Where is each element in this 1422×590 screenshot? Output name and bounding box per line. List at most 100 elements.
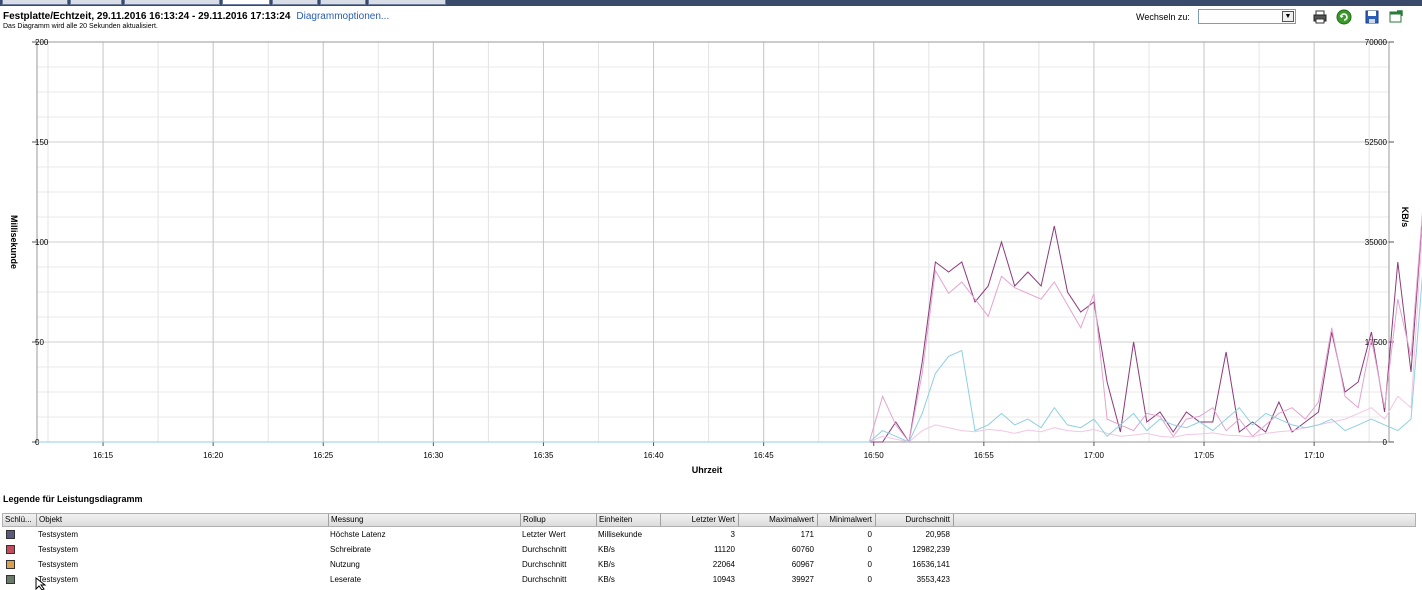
y-tick-label: 50	[35, 338, 44, 347]
x-tick-label: 16:20	[203, 451, 224, 460]
y-axis-title: Millisekunde	[9, 215, 19, 269]
cell-rollup: Durchschnitt	[522, 560, 567, 569]
cell-rollup: Durchschnitt	[522, 575, 567, 584]
y-tick-label: 100	[35, 238, 49, 247]
cell-einheiten: KB/s	[598, 545, 615, 554]
y-tick-label: 150	[35, 138, 49, 147]
x-tick-label: 16:45	[754, 451, 775, 460]
cell-min: 0	[867, 530, 872, 539]
col-messung[interactable]: Messung	[329, 514, 521, 526]
series-color-swatch	[6, 530, 15, 539]
print-icon[interactable]	[1312, 9, 1328, 25]
legend-table: Schlü... Objekt Messung Rollup Einheiten…	[2, 513, 1416, 587]
x-tick-label: 16:50	[864, 451, 885, 460]
tab-3[interactable]	[124, 0, 220, 5]
y2-axis-title: KB/s	[1400, 207, 1410, 228]
chart-canvas: 05010015020001750035000525007000016:15 16…	[9, 38, 1422, 475]
col-minimalwert[interactable]: Minimalwert	[818, 514, 876, 526]
popout-icon[interactable]	[1388, 9, 1404, 25]
cell-max: 60760	[791, 545, 814, 554]
chevron-down-icon[interactable]: ▼	[1282, 11, 1294, 22]
legend-table-header: Schlü... Objekt Messung Rollup Einheiten…	[2, 513, 1416, 527]
cell-min: 0	[867, 560, 872, 569]
cell-letzter: 22064	[712, 560, 735, 569]
chart-options-link[interactable]: Diagrammoptionen...	[296, 11, 389, 22]
cell-messung: Schreibrate	[330, 545, 371, 554]
cell-max: 171	[800, 530, 814, 539]
x-axis-title: Uhrzeit	[692, 465, 723, 475]
col-letzter-wert[interactable]: Letzter Wert	[661, 514, 739, 526]
table-row[interactable]: Testsystem Schreibrate Durchschnitt KB/s 111…	[2, 542, 1416, 557]
col-objekt[interactable]: Objekt	[37, 514, 329, 526]
switch-to-label: Wechseln zu:	[1136, 12, 1190, 22]
table-row[interactable]: Testsystem Nutzung Durchschnitt KB/s 22064 60…	[2, 557, 1416, 572]
cell-avg: 12982,239	[912, 545, 950, 554]
cell-avg: 20,958	[925, 530, 950, 539]
col-einheiten[interactable]: Einheiten	[597, 514, 661, 526]
x-tick-label: 16:25	[313, 451, 334, 460]
col-durchschnitt[interactable]: Durchschnitt	[876, 514, 954, 526]
tab-leistung[interactable]	[222, 0, 270, 5]
cell-messung: Leserate	[330, 575, 362, 584]
legend-title: Legende für Leistungsdiagramm	[3, 494, 143, 504]
cell-letzter: 3	[730, 530, 735, 539]
page-title: Festplatte/Echtzeit, 29.11.2016 16:13:24…	[3, 11, 389, 22]
cell-max: 60967	[791, 560, 814, 569]
col-rollup[interactable]: Rollup	[521, 514, 597, 526]
y-tick-label: 200	[35, 38, 49, 47]
series-color-swatch	[6, 560, 15, 569]
tab-2[interactable]	[70, 0, 122, 5]
cell-einheiten: Millisekunde	[598, 530, 643, 539]
cell-objekt: Testsystem	[38, 575, 79, 584]
cell-messung: Nutzung	[330, 560, 360, 569]
cell-messung: Höchste Latenz	[330, 530, 386, 539]
table-row[interactable]: Testsystem Leserate Durchschnitt KB/s 10943 3…	[2, 572, 1416, 587]
x-tick-label: 16:40	[644, 451, 665, 460]
col-maximalwert[interactable]: Maximalwert	[739, 514, 818, 526]
y2-tick-label: 52500	[1365, 138, 1388, 147]
save-icon[interactable]	[1364, 9, 1380, 25]
cell-min: 0	[867, 545, 872, 554]
cell-einheiten: KB/s	[598, 575, 615, 584]
performance-chart: 0 50 100 150 200 0 17500 35000 52500 70000 16:15 16…	[0, 32, 1422, 484]
cell-letzter: 10943	[712, 575, 735, 584]
cell-objekt: Testsystem	[38, 560, 79, 569]
x-tick-label: 16:15	[93, 451, 114, 460]
y2-tick-label: 0	[1383, 438, 1388, 447]
series-line-leserate	[37, 274, 1422, 443]
chart-title: Festplatte/Echtzeit, 29.11.2016 16:13:24…	[3, 11, 291, 22]
cell-min: 0	[867, 575, 872, 584]
x-tick-label: 17:00	[1084, 451, 1105, 460]
y2-tick-label: 70000	[1365, 38, 1388, 47]
tab-6[interactable]	[320, 0, 366, 5]
cell-rollup: Durchschnitt	[522, 545, 567, 554]
col-key[interactable]: Schlü...	[3, 514, 37, 526]
series-line-schreibrate	[37, 211, 1422, 444]
cell-objekt: Testsystem	[38, 545, 79, 554]
cell-avg: 16536,141	[912, 560, 950, 569]
x-tick-label: 16:35	[533, 451, 554, 460]
series-color-swatch	[6, 545, 15, 554]
tab-5[interactable]	[272, 0, 318, 5]
mouse-cursor-icon	[35, 577, 47, 590]
switch-to-dropdown[interactable]: ▼	[1198, 9, 1296, 24]
table-row[interactable]: Testsystem Höchste Latenz Letzter Wert Mill…	[2, 527, 1416, 542]
x-tick-label: 16:55	[974, 451, 995, 460]
cell-letzter: 11120	[713, 545, 735, 554]
cell-objekt: Testsystem	[38, 530, 79, 539]
series-color-swatch	[6, 575, 15, 584]
cell-rollup: Letzter Wert	[522, 530, 566, 539]
series-line-nutzung	[37, 228, 1422, 443]
x-tick-label: 17:10	[1304, 451, 1325, 460]
refresh-note: Das Diagramm wird alle 20 Sekunden aktua…	[3, 23, 158, 30]
x-tick-label: 16:30	[423, 451, 444, 460]
tab-7[interactable]	[368, 0, 446, 5]
cell-max: 39927	[791, 575, 814, 584]
y2-tick-label: 35000	[1365, 238, 1388, 247]
tab-1[interactable]	[2, 0, 68, 5]
x-tick-label: 17:05	[1194, 451, 1215, 460]
legend-rows: Testsystem Höchste Latenz Letzter Wert Mill…	[2, 527, 1416, 587]
cell-einheiten: KB/s	[598, 560, 615, 569]
refresh-icon[interactable]	[1336, 9, 1352, 25]
cell-avg: 3553,423	[916, 575, 950, 584]
